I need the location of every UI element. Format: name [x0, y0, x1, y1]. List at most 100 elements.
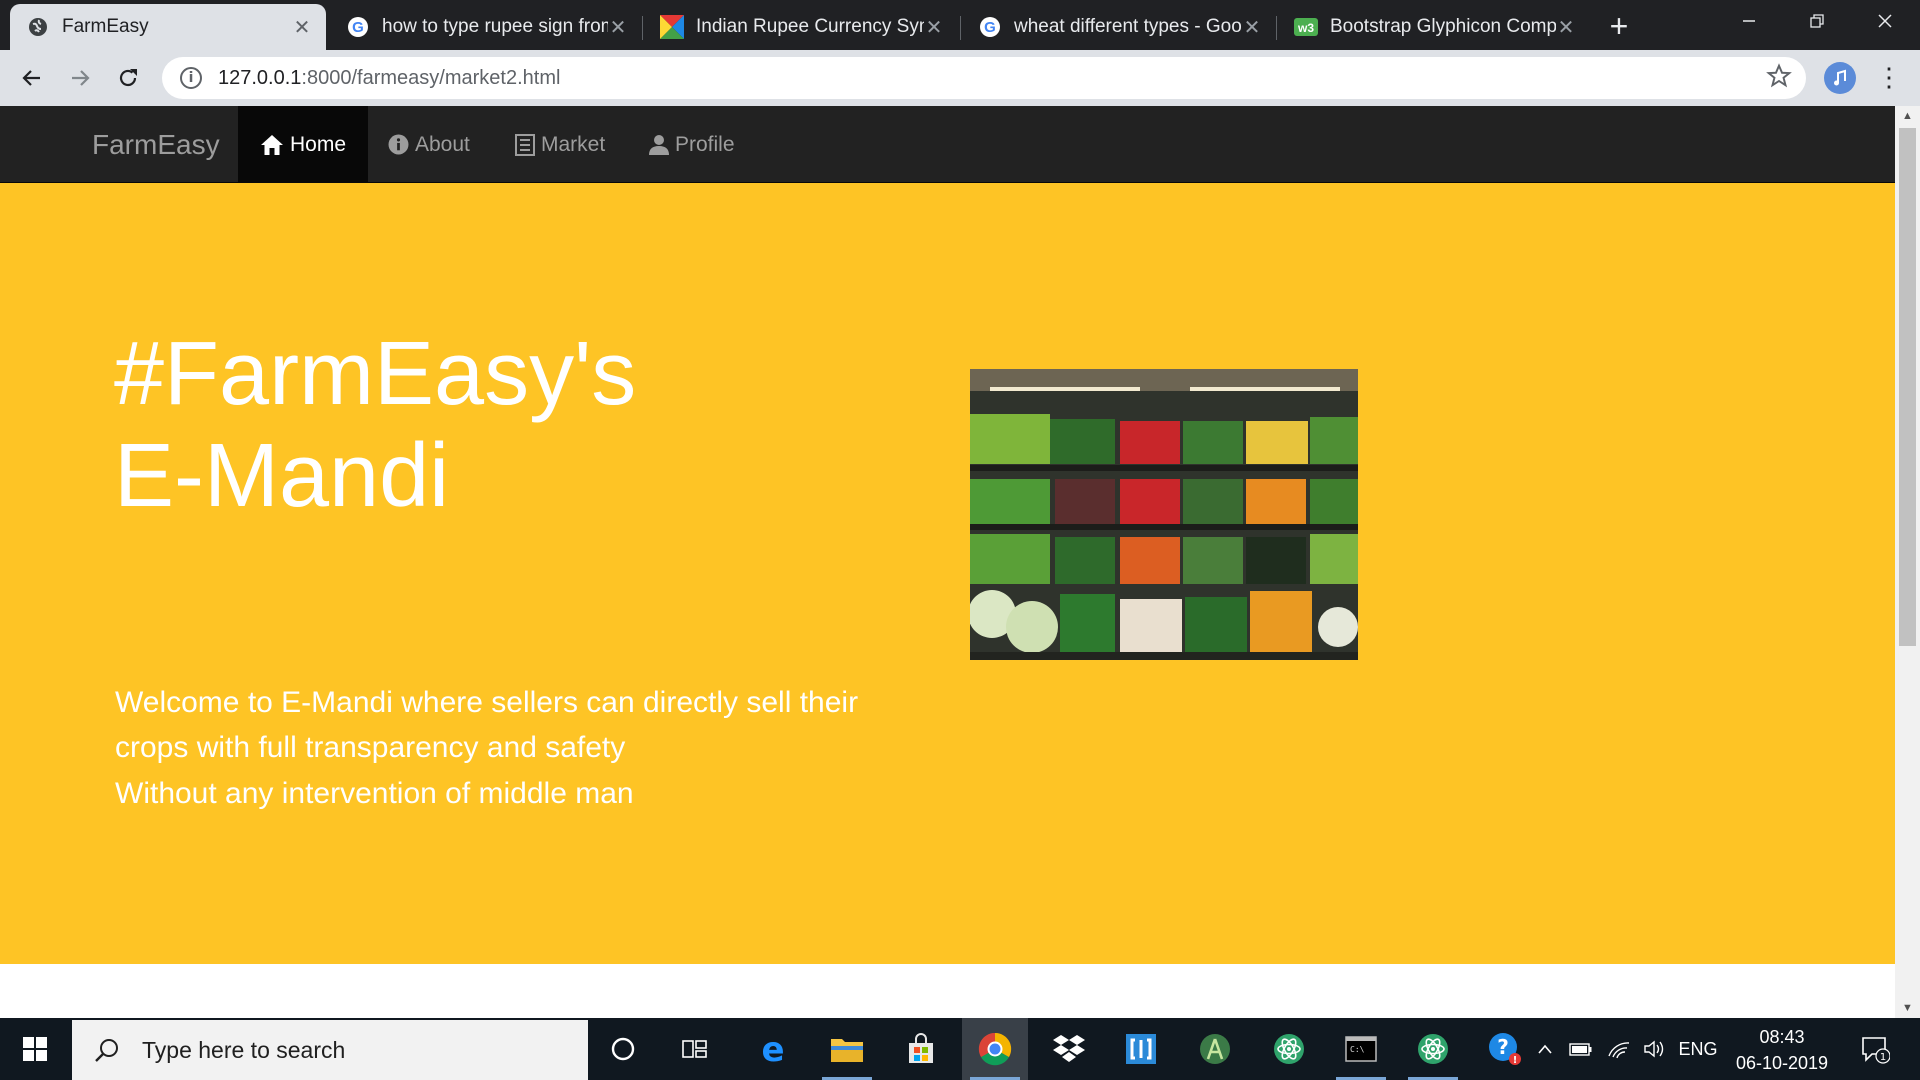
dropbox-button[interactable] [1036, 1018, 1102, 1080]
cortana-button[interactable] [590, 1018, 656, 1080]
close-icon [1878, 14, 1892, 28]
list-alt-icon [515, 133, 535, 156]
scroll-down-icon[interactable]: ▼ [1895, 998, 1920, 1018]
colorful-x-icon [660, 15, 684, 39]
new-tab-button[interactable]: + [1602, 10, 1636, 44]
task-view-button[interactable] [662, 1018, 728, 1080]
hero-paragraph-welcome: Welcome to E-Mandi where sellers can dir… [115, 686, 859, 764]
forward-button[interactable] [62, 60, 98, 96]
svg-text:G: G [352, 19, 364, 36]
clock-date: 06-10-2019 [1735, 1053, 1829, 1073]
notification-count: 1 [1880, 1052, 1886, 1063]
tab-indian-rupee[interactable]: Indian Rupee Currency Sym ✕ [644, 4, 958, 50]
clock-time: 08:43 [1759, 1027, 1805, 1047]
nav-home-label: Home [290, 132, 347, 156]
store-bag-icon [909, 1033, 933, 1063]
search-placeholder: Type here to search [142, 1036, 346, 1063]
help-button[interactable]: ?! [1472, 1018, 1538, 1080]
atom-icon [1418, 1034, 1448, 1064]
music-note-icon [1834, 69, 1846, 86]
nav-market-label: Market [541, 132, 606, 156]
taskbar-search-box[interactable]: Type here to search [72, 1020, 588, 1080]
chrome-button[interactable] [962, 1018, 1028, 1080]
back-button[interactable] [14, 60, 50, 96]
nav-home[interactable]: Home [238, 106, 369, 183]
close-icon[interactable]: ✕ [292, 15, 312, 40]
info-icon[interactable]: i [180, 67, 202, 89]
speaker-icon [1644, 1040, 1664, 1058]
search-icon [94, 1037, 124, 1063]
battery-icon [1569, 1043, 1592, 1056]
start-button[interactable] [0, 1018, 70, 1080]
svg-text:C:\: C:\ [1350, 1045, 1365, 1054]
page-scrollbar[interactable]: ▲ ▼ [1895, 106, 1920, 1018]
task-view-icon [682, 1040, 707, 1058]
windows-logo-icon [23, 1037, 47, 1061]
action-center-button[interactable]: 1 [1852, 1018, 1898, 1080]
browser-tab-strip: FarmEasy ✕ G how to type rupee sign from… [0, 0, 1920, 50]
user-icon [649, 134, 669, 156]
google-icon: G [978, 15, 1002, 39]
address-bar[interactable]: i 127.0.0.1:8000/farmeasy/market2.html [162, 57, 1806, 99]
battery-indicator[interactable] [1566, 1018, 1596, 1080]
minimize-button[interactable] [1714, 0, 1784, 42]
app-bracket-button[interactable] [1108, 1018, 1174, 1080]
cortana-circle-icon [611, 1037, 635, 1061]
input-language[interactable]: ENG [1676, 1018, 1720, 1080]
home-icon [260, 134, 284, 156]
browser-toolbar: i 127.0.0.1:8000/farmeasy/market2.html ⋮ [0, 50, 1920, 106]
navbar-brand[interactable]: FarmEasy [92, 106, 220, 183]
hero-jumbotron: #FarmEasy's E-Mandi Welcome to E-Mandi w… [0, 183, 1895, 964]
store-button[interactable] [888, 1018, 954, 1080]
wifi-indicator[interactable] [1604, 1018, 1634, 1080]
site-navbar: FarmEasy Home About Market Profile [0, 106, 1895, 183]
tab-rupee-sign[interactable]: G how to type rupee sign from ✕ [330, 4, 642, 50]
tab-bootstrap-glyphicon[interactable]: w3 Bootstrap Glyphicon Comp ✕ [1278, 4, 1590, 50]
close-icon[interactable]: ✕ [608, 15, 628, 40]
svg-text:!: ! [1513, 1055, 1518, 1066]
terminal-button[interactable]: C:\ [1328, 1018, 1394, 1080]
tab-title: Bootstrap Glyphicon Comp [1330, 16, 1556, 37]
nav-profile[interactable]: Profile [627, 106, 757, 183]
profile-avatar[interactable] [1824, 62, 1856, 94]
atom-button-2[interactable] [1400, 1018, 1466, 1080]
tab-farmeasy[interactable]: FarmEasy ✕ [10, 4, 326, 50]
tab-separator [1276, 16, 1277, 40]
svg-text:G: G [984, 19, 996, 36]
file-explorer-button[interactable] [814, 1018, 880, 1080]
close-icon[interactable]: ✕ [924, 15, 944, 40]
tab-title: FarmEasy [62, 16, 149, 37]
minimize-icon [1743, 20, 1755, 22]
nav-about[interactable]: About [366, 106, 492, 183]
svg-text:w3: w3 [1297, 21, 1314, 35]
restore-button[interactable] [1782, 0, 1852, 42]
chrome-icon [978, 1032, 1012, 1066]
google-icon: G [346, 15, 370, 39]
close-window-button[interactable] [1850, 0, 1920, 42]
bookmark-star-icon[interactable] [1766, 63, 1792, 96]
android-studio-button[interactable] [1182, 1018, 1248, 1080]
volume-control[interactable] [1640, 1018, 1670, 1080]
menu-kebab-icon[interactable]: ⋮ [1876, 62, 1902, 94]
nav-market[interactable]: Market [493, 106, 627, 183]
terminal-icon: C:\ [1345, 1036, 1377, 1062]
info-sign-icon [388, 134, 409, 155]
tab-separator [960, 16, 961, 40]
atom-button[interactable] [1256, 1018, 1322, 1080]
scrollbar-thumb[interactable] [1899, 128, 1916, 646]
wifi-icon [1608, 1042, 1630, 1059]
svg-text:?: ? [1497, 1035, 1509, 1059]
scroll-up-icon[interactable]: ▲ [1895, 106, 1920, 126]
reload-button[interactable] [110, 60, 146, 96]
url-text[interactable]: 127.0.0.1:8000/farmeasy/market2.html [218, 67, 560, 90]
restore-icon [1810, 14, 1824, 28]
close-icon[interactable]: ✕ [1556, 15, 1576, 40]
url-path: :8000/farmeasy/market2.html [301, 66, 561, 89]
tab-title: Indian Rupee Currency Sym [696, 16, 924, 37]
edge-button[interactable]: e [740, 1018, 806, 1080]
taskbar-clock[interactable]: 08:43 06-10-2019 [1720, 1024, 1844, 1076]
tab-wheat-types[interactable]: G wheat different types - Goo ✕ [962, 4, 1276, 50]
edge-icon: e [761, 1033, 784, 1065]
close-icon[interactable]: ✕ [1242, 15, 1262, 40]
show-hidden-icons[interactable] [1532, 1018, 1558, 1080]
